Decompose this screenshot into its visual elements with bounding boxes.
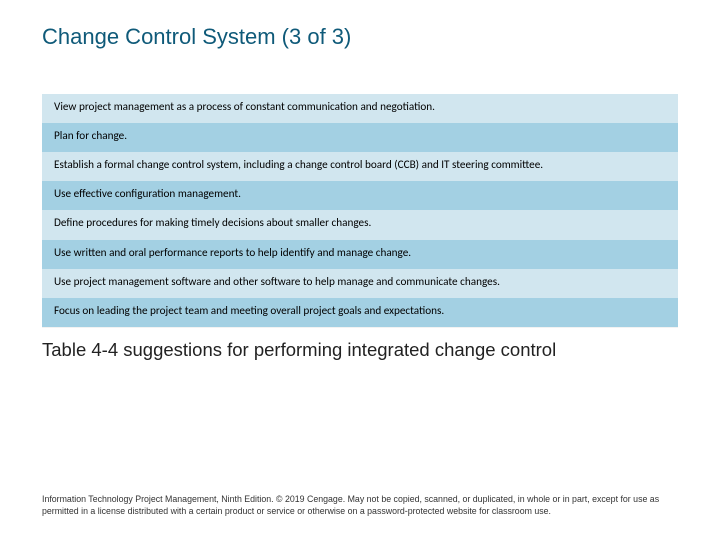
copyright-footer: Information Technology Project Managemen…: [42, 494, 678, 518]
table-row: Use project management software and othe…: [42, 269, 678, 298]
table-caption: Table 4-4 suggestions for performing int…: [42, 339, 678, 361]
table-row: Define procedures for making timely deci…: [42, 210, 678, 239]
table-row: Use effective configuration management.: [42, 181, 678, 210]
table-row: View project management as a process of …: [42, 94, 678, 123]
page-title: Change Control System (3 of 3): [42, 24, 678, 50]
table-row: Use written and oral performance reports…: [42, 240, 678, 269]
table-row: Focus on leading the project team and me…: [42, 298, 678, 327]
suggestions-table: View project management as a process of …: [42, 94, 678, 327]
table-row: Plan for change.: [42, 123, 678, 152]
table-row: Establish a formal change control system…: [42, 152, 678, 181]
slide: Change Control System (3 of 3) View proj…: [0, 0, 720, 540]
